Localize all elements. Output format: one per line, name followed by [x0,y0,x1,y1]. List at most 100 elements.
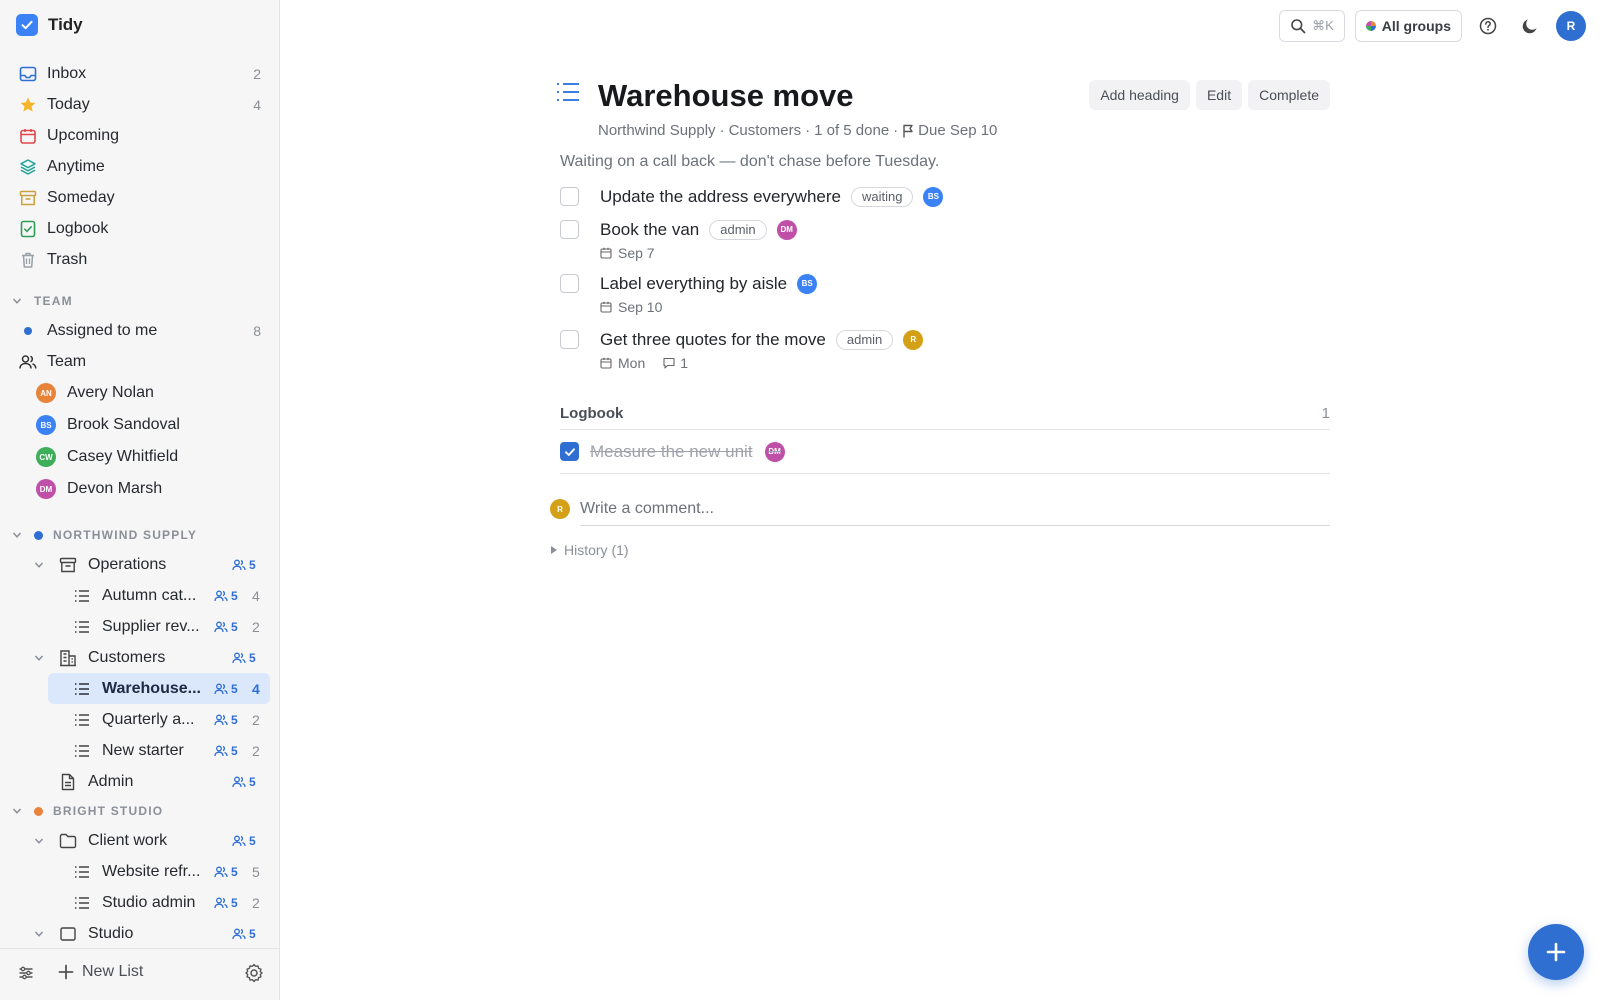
completed-task-row[interactable]: Measure the new unit DM [560,430,1330,474]
task-tag[interactable]: admin [709,219,767,240]
nav-label: Upcoming [47,126,120,144]
list-count: 2 [252,711,260,728]
chevron-down-icon [34,929,46,939]
nav-someday[interactable]: Someday [0,182,279,213]
add-task-button[interactable] [1528,924,1584,980]
task-list: Update the address everywhere waiting BS… [550,183,1330,378]
member-name: Avery Nolan [67,384,154,401]
assignee-avatar: R [903,329,924,350]
app-header: Tidy [0,0,279,50]
groups-filter-button[interactable]: All groups [1354,10,1462,42]
document-icon [58,772,78,792]
tree-label: Autumn cat... [102,586,197,604]
sidebar-scroll[interactable]: Tidy Inbox 2 Today 4 Upcoming Anytime So… [0,0,279,948]
folder-studio[interactable]: Studio 5 [0,918,279,948]
box-icon [58,924,78,944]
task-checkbox[interactable] [560,187,579,206]
search-button[interactable]: ⌘K [1279,10,1345,42]
nav-inbox[interactable]: Inbox 2 [0,58,279,89]
layers-icon [18,157,38,177]
task-checkbox[interactable] [560,330,579,349]
workspace-dot-icon [34,530,43,540]
nav-assigned-to-me[interactable]: Assigned to me 8 [0,315,279,346]
list-warehouse-move[interactable]: Warehouse... 5 4 [48,673,270,704]
share-count: 5 [232,651,256,665]
tree-label: Studio admin [102,893,196,911]
filter-sliders-icon[interactable] [18,965,34,986]
comment-input[interactable]: Write a comment... [580,492,1330,526]
task-row[interactable]: Book the van admin DM Sep 7 [560,216,1330,270]
task-title: Measure the new unit [590,441,753,461]
assignee-avatar: DM [764,441,785,462]
complete-button[interactable]: Complete [1248,80,1330,110]
nav-label: Logbook [47,219,109,237]
nav-label: Today [47,95,90,113]
moon-icon[interactable] [1514,10,1546,42]
list-quarterly[interactable]: Quarterly a... 5 2 [0,704,279,735]
avatar: BS [36,415,56,435]
folder-customers[interactable]: Customers 5 [0,642,279,673]
doc-admin[interactable]: Admin 5 [0,766,279,797]
edit-button[interactable]: Edit [1195,80,1243,110]
nav-anytime[interactable]: Anytime [0,151,279,182]
separator: · [719,122,725,139]
breadcrumb-workspace[interactable]: Northwind Supply [598,122,716,139]
task-row[interactable]: Label everything by aisle BS Sep 10 [560,270,1330,326]
chevron-down-icon [34,836,46,846]
nav-trash[interactable]: Trash [0,244,279,275]
gear-icon[interactable] [244,963,264,988]
calendar-icon [600,301,612,313]
member-devon-marsh[interactable]: DM Devon Marsh [0,473,279,505]
share-count: 5 [214,896,238,910]
list-supplier[interactable]: Supplier rev... 5 2 [0,611,279,642]
team-section-header[interactable]: TEAM [0,287,279,315]
list-studio-admin[interactable]: Studio admin 5 2 [0,887,279,918]
list-autumn[interactable]: Autumn cat... 5 4 [0,580,279,611]
task-title: Label everything by aisle [600,273,788,293]
nav-logbook[interactable]: Logbook [0,213,279,244]
tree-label: Client work [88,831,168,849]
share-number: 5 [249,833,256,848]
nav-team[interactable]: Team [0,346,279,377]
task-checkbox[interactable] [560,220,579,239]
breadcrumb-parent[interactable]: Customers [729,122,802,139]
new-list-label: New List [82,963,144,980]
member-avery-nolan[interactable]: AN Avery Nolan [0,377,279,409]
nav-today[interactable]: Today 4 [0,89,279,120]
page-title: Warehouse move [598,78,854,113]
commenter-avatar: R [550,499,570,519]
list-website-refresh[interactable]: Website refr... 5 5 [0,856,279,887]
folder-operations[interactable]: Operations 5 [0,549,279,580]
task-tag[interactable]: admin [835,329,894,350]
checked-checkbox[interactable] [560,442,579,461]
tree-label: Admin [88,772,134,790]
add-heading-button[interactable]: Add heading [1089,80,1190,110]
list-note[interactable]: Waiting on a call back — don't chase bef… [560,153,1330,171]
task-checkbox[interactable] [560,274,579,293]
workspace-header-bright-studio[interactable]: BRIGHT STUDIO [0,797,279,825]
list-icon [72,741,92,761]
list-new-starter[interactable]: New starter 5 2 [0,735,279,766]
user-avatar[interactable]: R [1556,11,1586,41]
task-row[interactable]: Get three quotes for the move admin R Mo… [560,326,1330,378]
task-tag[interactable]: waiting [850,186,914,207]
list-meta: Northwind Supply · Customers · 1 of 5 do… [598,122,1330,139]
workspace-header-northwind[interactable]: NORTHWIND SUPPLY [0,521,279,549]
nav-upcoming[interactable]: Upcoming [0,120,279,151]
help-icon[interactable] [1472,10,1504,42]
logbook-header[interactable]: Logbook 1 [560,398,1330,430]
folder-client-work[interactable]: Client work 5 [0,825,279,856]
list-actions: Add heading Edit Complete [1089,80,1330,110]
member-name: Devon Marsh [67,480,163,497]
task-details: Sep 7 [600,243,1330,263]
nav-label: Assigned to me [47,321,158,339]
history-toggle[interactable]: History (1) [550,542,1330,558]
share-count: 5 [214,682,238,696]
member-brook-sandoval[interactable]: BS Brook Sandoval [0,409,279,441]
new-list-button[interactable]: New List [58,963,143,981]
assignee-avatar: BS [923,186,944,207]
member-casey-whitfield[interactable]: CW Casey Whitfield [0,441,279,473]
task-row[interactable]: Update the address everywhere waiting BS [560,183,1330,216]
member-name: Brook Sandoval [67,416,180,433]
task-main: Update the address everywhere waiting BS [600,183,1330,210]
